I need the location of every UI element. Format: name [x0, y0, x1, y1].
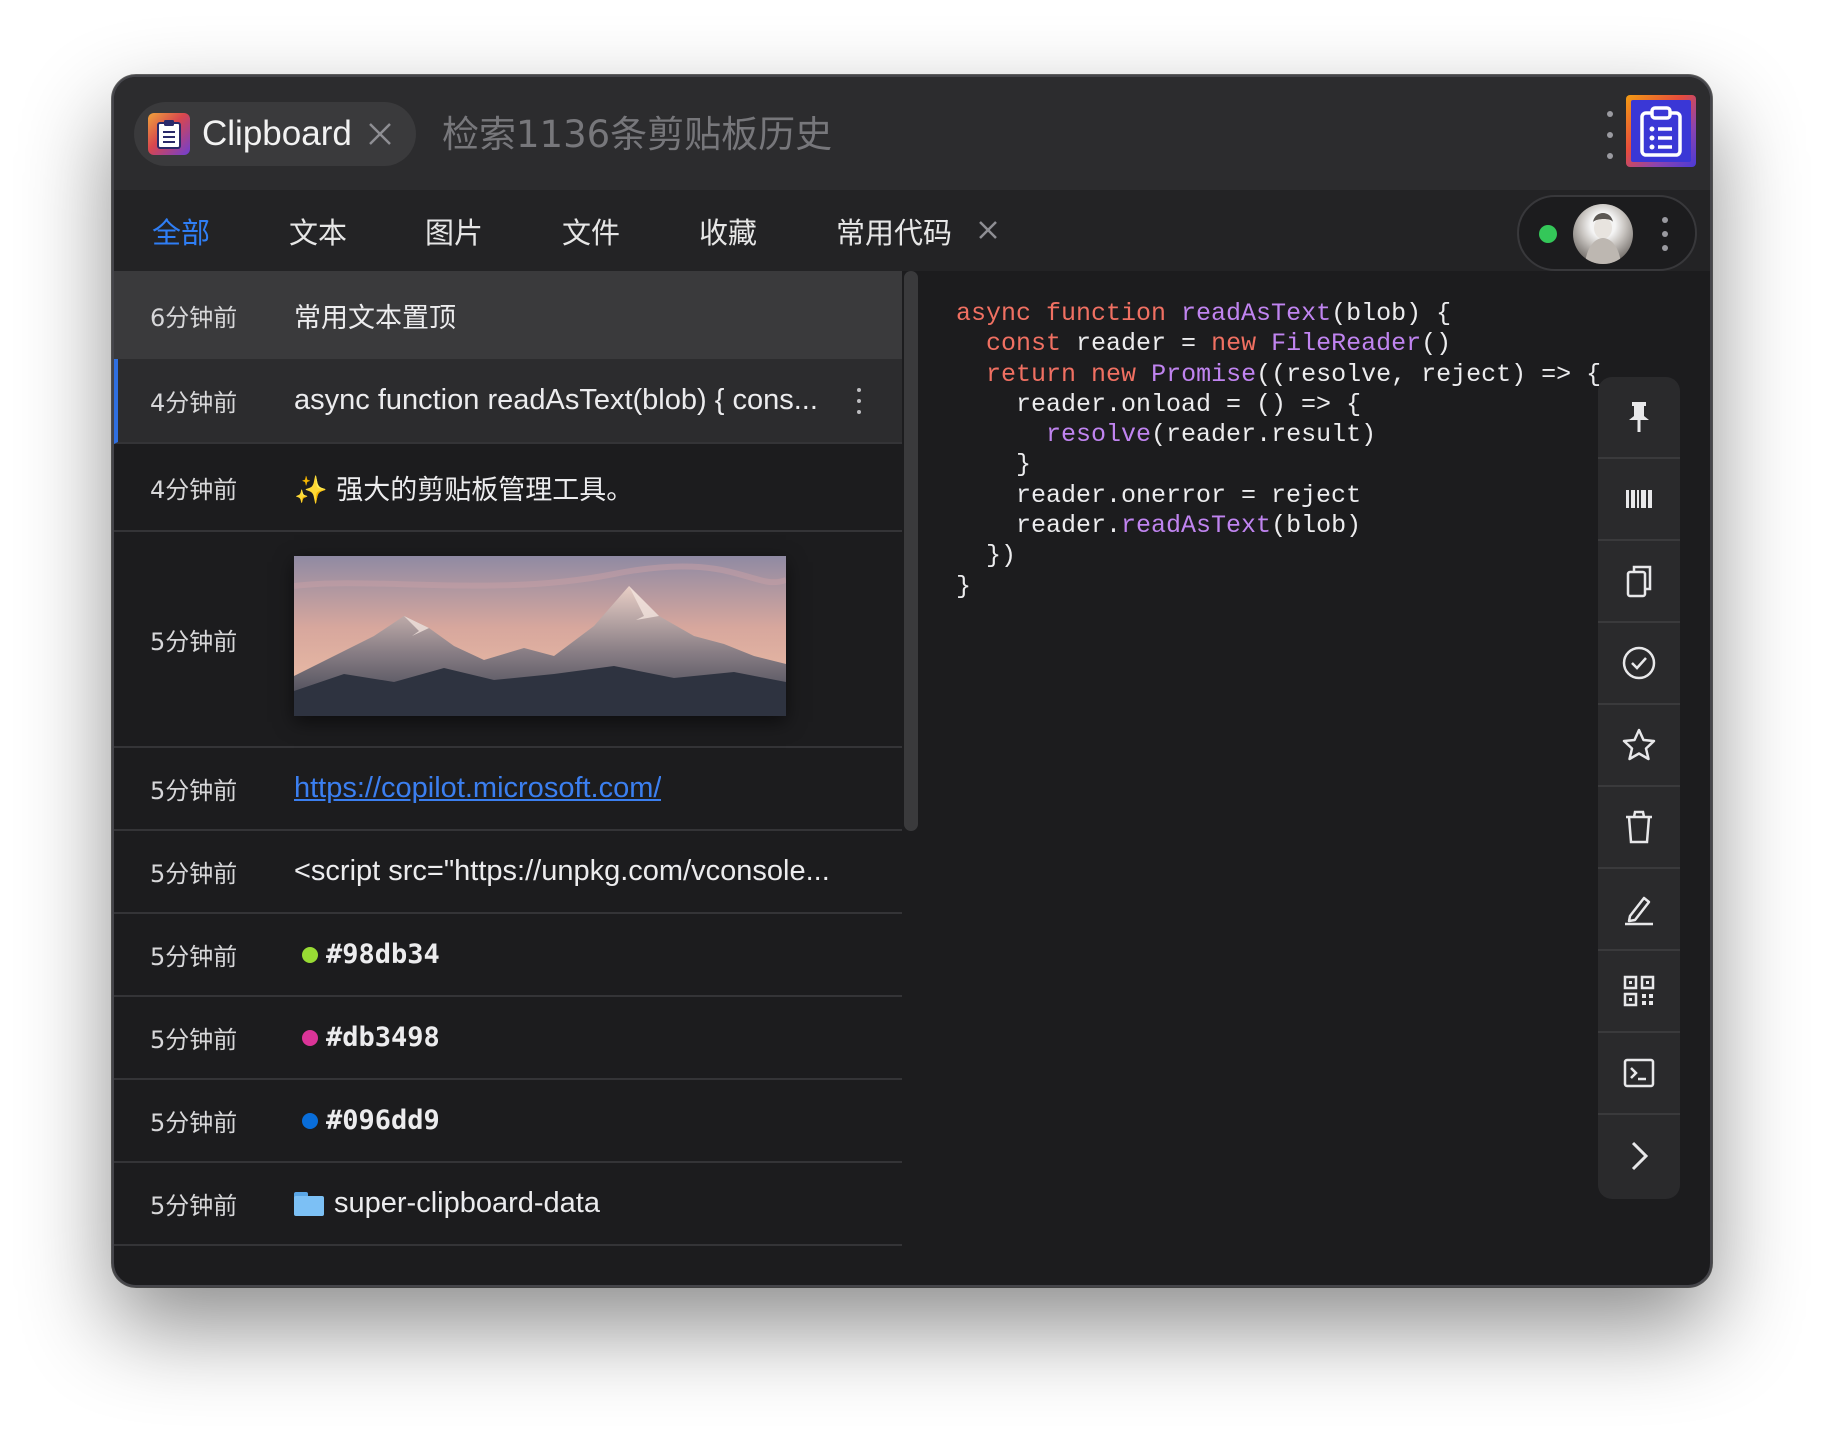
- item-time: 4分钟前: [150, 389, 238, 417]
- mountain-image-thumbnail: [294, 556, 786, 716]
- code-line: async function readAsText(blob) {: [956, 299, 1452, 328]
- trash-icon: [1626, 810, 1652, 844]
- action-toolbar: [1598, 377, 1680, 1199]
- color-value: #096dd9: [294, 1105, 440, 1136]
- color-swatch: [302, 1112, 318, 1129]
- item-time: 5分钟前: [150, 777, 238, 805]
- item-text: 常用文本置顶: [294, 302, 456, 334]
- item-time: 5分钟前: [150, 1026, 238, 1054]
- code-line: const reader = new FileReader(): [986, 329, 1452, 359]
- source-chip[interactable]: Clipboard: [134, 102, 416, 166]
- barcode-icon: [1626, 490, 1652, 508]
- tab-favorites[interactable]: 收藏: [699, 190, 757, 271]
- color-value: #db3498: [294, 1022, 440, 1053]
- account-switcher[interactable]: [1517, 195, 1697, 271]
- title-bar: Clipboard: [114, 77, 1710, 190]
- check-circle-icon: [1622, 646, 1656, 680]
- edit-button[interactable]: [1598, 869, 1680, 951]
- folder-name: super-clipboard-data: [334, 1187, 600, 1219]
- code-line: return new Promise((resolve, reject) => …: [986, 359, 1602, 389]
- online-status-indicator: [1539, 225, 1557, 243]
- item-time: 5分钟前: [150, 627, 238, 656]
- code-line: reader.readAsText(blob): [956, 511, 1362, 541]
- tab-files[interactable]: 文件: [562, 190, 620, 271]
- code-line: }: [956, 571, 972, 601]
- item-text: <script src="https://unpkg.com/vconsole.…: [294, 855, 830, 887]
- more-menu-icon[interactable]: [1600, 111, 1620, 159]
- tab-common-code[interactable]: 常用代码: [836, 190, 952, 271]
- search-input[interactable]: [442, 99, 1542, 169]
- list-item-color[interactable]: 5分钟前 #db3498: [114, 997, 902, 1080]
- tab-close-icon[interactable]: [974, 216, 1002, 244]
- item-link[interactable]: https://copilot.microsoft.com/: [294, 772, 661, 805]
- clipboard-window: Clipboard 检索1136条剪贴板历史 全部 文本 图片 文件 收藏 常用…: [112, 75, 1712, 1287]
- item-time: 5分钟前: [150, 860, 238, 888]
- tab-images[interactable]: 图片: [425, 190, 483, 271]
- copy-button[interactable]: [1598, 541, 1680, 623]
- color-hex: #db3498: [326, 1022, 440, 1053]
- select-button[interactable]: [1598, 623, 1680, 705]
- tab-bar: 全部 文本 图片 文件 收藏 常用代码: [114, 190, 1710, 271]
- list-item[interactable]: 5分钟前 <script src="https://unpkg.com/vcon…: [114, 831, 902, 914]
- next-button[interactable]: [1598, 1115, 1680, 1197]
- chevron-right-icon: [1631, 1141, 1649, 1171]
- color-swatch: [302, 946, 318, 963]
- list-item[interactable]: 4分钟前 ✨ 强大的剪贴板管理工具。: [114, 444, 902, 532]
- list-item-selected[interactable]: 4分钟前 async function readAsText(blob) { c…: [114, 359, 902, 444]
- item-text: ✨ 强大的剪贴板管理工具。: [294, 474, 634, 506]
- qrcode-icon: [1623, 975, 1655, 1007]
- terminal-icon: [1623, 1058, 1655, 1088]
- list-item-folder[interactable]: 5分钟前 super-clipboard-data: [114, 1163, 902, 1246]
- item-text: async function readAsText(blob) { cons..…: [294, 384, 818, 416]
- color-hex: #98db34: [326, 939, 440, 970]
- list-item-color[interactable]: 5分钟前 #096dd9: [114, 1080, 902, 1163]
- delete-button[interactable]: [1598, 787, 1680, 869]
- list-item-image[interactable]: 5分钟前: [114, 532, 902, 748]
- code-line: }: [956, 450, 1032, 480]
- color-swatch: [302, 1029, 318, 1046]
- color-hex: #096dd9: [326, 1105, 440, 1136]
- history-list: 6分钟前 常用文本置顶 4分钟前 async function readAsTe…: [114, 271, 902, 1285]
- tab-text[interactable]: 文本: [289, 190, 347, 271]
- item-time: 5分钟前: [150, 1192, 238, 1220]
- code-line: reader.onerror = reject: [956, 480, 1362, 510]
- list-item[interactable]: 5分钟前 https://copilot.microsoft.com/: [114, 748, 902, 831]
- item-time: 5分钟前: [150, 1109, 238, 1137]
- tab-all[interactable]: 全部: [152, 190, 210, 271]
- star-icon: [1622, 728, 1656, 761]
- terminal-button[interactable]: [1598, 1033, 1680, 1115]
- pin-icon: [1629, 402, 1649, 432]
- list-scrollbar[interactable]: [904, 271, 918, 831]
- folder-icon: [294, 1191, 324, 1216]
- item-more-icon[interactable]: [853, 387, 865, 414]
- code-line: resolve(reader.result): [1046, 420, 1377, 450]
- account-more-icon[interactable]: [1659, 217, 1671, 251]
- color-value: #98db34: [294, 939, 440, 970]
- copy-icon: [1626, 565, 1652, 598]
- item-time: 6分钟前: [150, 303, 238, 332]
- favorite-button[interactable]: [1598, 705, 1680, 787]
- edit-icon: [1625, 896, 1653, 926]
- code-line: }): [956, 541, 1017, 571]
- list-item[interactable]: 6分钟前 常用文本置顶: [114, 271, 902, 359]
- close-icon[interactable]: [366, 120, 394, 148]
- barcode-button[interactable]: [1598, 459, 1680, 541]
- pin-button[interactable]: [1598, 377, 1680, 459]
- app-logo-icon[interactable]: [1626, 95, 1696, 167]
- qrcode-button[interactable]: [1598, 951, 1680, 1033]
- url-link[interactable]: https://copilot.microsoft.com/: [294, 772, 661, 804]
- code-preview: async function readAsText(blob) { const …: [956, 299, 1601, 602]
- avatar[interactable]: [1573, 204, 1633, 264]
- item-time: 4分钟前: [150, 475, 238, 504]
- clipboard-app-icon: [148, 113, 190, 155]
- code-line: reader.onload = () => {: [956, 389, 1362, 419]
- item-time: 5分钟前: [150, 943, 238, 971]
- list-item-color[interactable]: 5分钟前 #98db34: [114, 914, 902, 997]
- source-chip-label: Clipboard: [202, 114, 352, 153]
- folder-entry: super-clipboard-data: [294, 1187, 600, 1220]
